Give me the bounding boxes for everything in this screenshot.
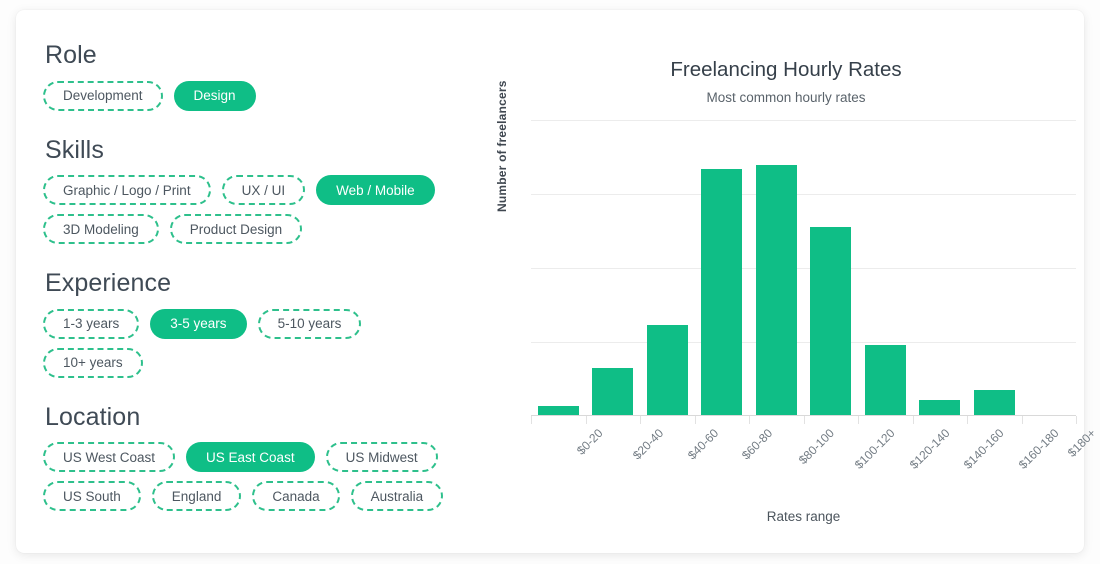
filter-pill-us-south[interactable]: US South (43, 481, 141, 511)
section-title-role: Role (45, 41, 97, 69)
filter-pill-10-plus-years[interactable]: 10+ years (43, 347, 143, 378)
chart-bar[interactable] (810, 226, 852, 415)
chart-x-axis-label: Rates range (766, 509, 841, 524)
chart-bar[interactable] (864, 345, 906, 415)
chart-canvas (531, 116, 1076, 416)
chart-x-tick-label: $100-120 (852, 426, 898, 472)
chart-x-tick (640, 416, 641, 424)
chart-bar[interactable] (919, 400, 961, 415)
filter-pill-us-east-coast[interactable]: US East Coast (186, 442, 315, 472)
chart-x-tick (858, 416, 859, 424)
chart-bar[interactable] (646, 325, 688, 415)
chart-bar[interactable] (537, 406, 579, 415)
chart-x-tick (531, 416, 532, 424)
filter-section-skills: Skills Graphic / Logo / Print UX / UI We… (43, 135, 473, 244)
chart-bar-slot (804, 116, 859, 415)
chart-x-tick (913, 416, 914, 424)
filter-section-experience: Experience 1-3 years 3-5 years 5-10 year… (43, 269, 473, 378)
chart-x-tick-label: $160-180 (1015, 426, 1062, 472)
filter-pill-canada[interactable]: Canada (252, 481, 340, 511)
pill-row-location: US West Coast US East Coast US Midwest U… (43, 442, 463, 511)
pill-row-experience: 1-3 years 3-5 years 5-10 years 10+ years (43, 308, 463, 378)
chart-x-axis-ticks (531, 416, 1077, 424)
chart-x-tick (586, 416, 587, 424)
filter-pill-development[interactable]: Development (43, 80, 163, 111)
filter-pill-us-west-coast[interactable]: US West Coast (43, 442, 176, 472)
chart-x-tick-label: $120-140 (906, 426, 953, 472)
filter-pill-product-design[interactable]: Product Design (169, 214, 303, 244)
filter-pill-web-mobile[interactable]: Web / Mobile (316, 175, 435, 205)
section-title-experience: Experience (45, 269, 172, 297)
chart-x-tick (749, 416, 750, 424)
chart-bar[interactable] (755, 165, 797, 415)
chart-x-tick (967, 416, 968, 424)
filter-pill-design[interactable]: Design (173, 80, 256, 111)
chart-bar[interactable] (592, 367, 634, 415)
chart-x-tick-label: $180+ (1065, 426, 1099, 460)
filter-pill-3d-modeling[interactable]: 3D Modeling (43, 214, 159, 244)
chart-x-tick-label: $40-60 (684, 426, 722, 463)
chart-bar[interactable] (973, 389, 1015, 415)
chart-title: Freelancing Hourly Rates (670, 58, 902, 81)
filter-pill-australia[interactable]: Australia (350, 481, 444, 511)
pill-row-skills: Graphic / Logo / Print UX / UI Web / Mob… (43, 175, 463, 244)
filter-section-role: Role Development Design (43, 41, 473, 111)
filter-pill-3-5-years[interactable]: 3-5 years (150, 308, 247, 339)
chart-plot-area: Number of freelancers $0-20 $20-40 $40-60 $… (486, 80, 1099, 524)
chart-y-axis-label: Number of freelancers (495, 80, 509, 212)
chart-x-tick-label: $0-20 (573, 426, 606, 458)
chart-bar-slot (749, 116, 804, 415)
chart-subtitle: Most common hourly rates (706, 89, 866, 105)
chart-bar-slot (858, 116, 913, 415)
chart-bar-series (531, 116, 1076, 415)
chart-bar-slot (967, 116, 1022, 415)
chart-x-tick-label: $80-100 (795, 426, 837, 468)
filter-pill-england[interactable]: England (151, 481, 242, 511)
chart-x-tick (695, 416, 696, 424)
filter-pill-5-10-years[interactable]: 5-10 years (257, 308, 362, 339)
chart-bar-slot (586, 116, 641, 415)
filters-panel: Role Development Design Skills Graphic /… (43, 41, 473, 513)
page-background: Role Development Design Skills Graphic /… (0, 0, 1100, 564)
filter-pill-1-3-years[interactable]: 1-3 years (43, 308, 140, 339)
chart-bar[interactable] (701, 169, 743, 415)
section-title-location: Location (45, 402, 141, 431)
filter-pill-us-midwest[interactable]: US Midwest (325, 442, 438, 472)
chart-x-tick-label: $60-80 (739, 426, 776, 463)
chart-bar-slot (640, 116, 695, 415)
chart-x-tick (1076, 416, 1077, 424)
chart-x-tick-label: $20-40 (630, 426, 667, 463)
section-title-skills: Skills (45, 135, 104, 164)
filter-section-location: Location US West Coast US East Coast US … (43, 402, 473, 511)
dashboard-card: Role Development Design Skills Graphic /… (16, 10, 1099, 553)
filter-pill-graphic-logo-print[interactable]: Graphic / Logo / Print (43, 175, 211, 205)
chart-bar-slot (695, 116, 750, 415)
chart-x-axis-tick-labels: $0-20 $20-40 $40-60 $60-80 $80-100 $100-120 $1… (531, 426, 1099, 506)
pill-row-role: Development Design (43, 80, 463, 111)
chart-bar-slot (913, 116, 968, 415)
chart-panel: Freelancing Hourly Rates Most common hou… (486, 44, 1099, 524)
chart-x-tick (804, 416, 805, 424)
chart-bar-slot (531, 116, 586, 415)
chart-bar-slot (1022, 116, 1077, 415)
filter-pill-ux-ui[interactable]: UX / UI (221, 175, 306, 205)
chart-x-tick-label: $140-160 (961, 426, 1007, 472)
chart-x-tick (1022, 416, 1023, 424)
